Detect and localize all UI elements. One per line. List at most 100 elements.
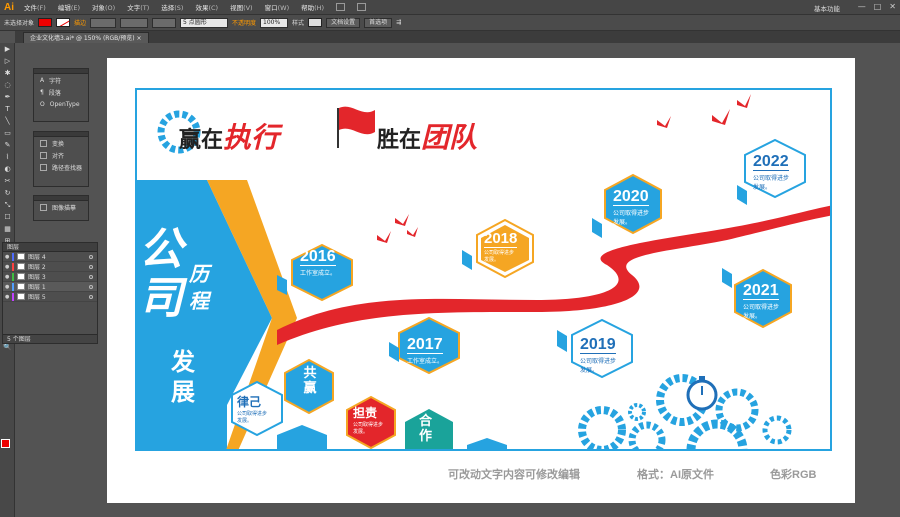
- panel-item-transform[interactable]: 变换: [34, 137, 88, 149]
- layer-thumbnail: [17, 253, 25, 260]
- document-tab[interactable]: 企业文化墙3.ai* @ 150% (RGB/预览) ×: [23, 32, 149, 43]
- preferences-button[interactable]: 首选项: [364, 17, 393, 28]
- visibility-icon[interactable]: ●: [5, 294, 9, 300]
- year-2018-label: 2018 公司取得进步 发展。: [484, 230, 518, 263]
- image-trace-panel: 图像描摹: [33, 195, 89, 221]
- magic-wand-tool-icon[interactable]: ✱: [0, 67, 15, 79]
- rectangle-tool-icon[interactable]: ▭: [0, 127, 15, 139]
- panel-item-character[interactable]: A 字符: [34, 74, 88, 86]
- artboard[interactable]: 赢在执行 胜在团队 公 司 历 程 发 展 2016 工作室成立。 2017 工…: [107, 58, 855, 503]
- style-swatch[interactable]: [308, 18, 323, 27]
- control-bar: 未选择对象 描边 5 点圆形 不透明度 100% 样式 文档设置 首选项 ⇶: [0, 15, 900, 31]
- layers-tab[interactable]: 图层: [3, 243, 97, 252]
- paintbrush-tool-icon[interactable]: ✎: [0, 139, 15, 151]
- document-setup-button[interactable]: 文档设置: [326, 17, 361, 28]
- visibility-icon[interactable]: ●: [5, 284, 9, 290]
- year-2017-label: 2017 工作室成立。: [407, 336, 444, 365]
- layer-row[interactable]: ● 图层 3: [3, 272, 97, 282]
- gears-icon: [578, 374, 792, 449]
- value-hex-partial: [277, 425, 327, 449]
- opacity-label[interactable]: 不透明度: [232, 18, 256, 27]
- align-icon: [40, 151, 47, 159]
- visibility-icon[interactable]: ●: [5, 274, 9, 280]
- credit-editable-text: 可改动文字内容可修改编辑: [448, 469, 580, 481]
- pathfinder-icon: [40, 163, 47, 171]
- blob-brush-tool-icon[interactable]: ◐: [0, 163, 15, 175]
- panel-item-paragraph[interactable]: ¶ 段落: [34, 86, 88, 98]
- value-hex-partial: [467, 438, 507, 449]
- credit-color-mode: 色彩RGB: [770, 469, 817, 481]
- layer-row[interactable]: ● 图层 2: [3, 262, 97, 272]
- credit-format: 格式：AI原文件: [637, 469, 714, 481]
- rotate-tool-icon[interactable]: ↻: [0, 187, 15, 199]
- transform-icon: [40, 139, 47, 147]
- maximize-icon[interactable]: □: [874, 2, 882, 11]
- fill-color-icon[interactable]: [1, 439, 10, 448]
- year-2016-label: 2016 工作室成立。: [300, 248, 337, 277]
- minimize-icon[interactable]: —: [858, 2, 866, 11]
- value-hezuo-label: 合作: [419, 414, 433, 444]
- close-tab-icon[interactable]: ×: [137, 35, 142, 42]
- stroke-label[interactable]: 描边: [74, 18, 86, 27]
- pencil-tool-icon[interactable]: ⌇: [0, 151, 15, 163]
- line-tool-icon[interactable]: ╲: [0, 115, 15, 127]
- target-icon[interactable]: [89, 294, 93, 299]
- graph-tool-icon[interactable]: ▦: [0, 223, 15, 235]
- layer-row[interactable]: ● 图层 4: [3, 252, 97, 262]
- layer-row[interactable]: ● 图层 5: [3, 292, 97, 302]
- style-label: 样式: [292, 20, 305, 27]
- menu-view[interactable]: 视图(V): [224, 2, 259, 12]
- bridge-icon[interactable]: [336, 3, 346, 11]
- menu-bar: Ai 文件(F) 编辑(E) 对象(O) 文字(T) 选择(S) 效果(C) 视…: [0, 0, 900, 15]
- layer-thumbnail: [17, 273, 25, 280]
- brush-profile-field[interactable]: [152, 17, 177, 28]
- opacity-field[interactable]: 100%: [260, 17, 289, 28]
- selection-tool-icon[interactable]: ▶: [0, 43, 15, 55]
- menu-help[interactable]: 帮助(H): [295, 2, 330, 12]
- target-icon[interactable]: [89, 284, 93, 289]
- stroke-weight-field[interactable]: [90, 17, 117, 28]
- selection-status: 未选择对象: [4, 20, 35, 27]
- scissors-tool-icon[interactable]: ✂: [0, 175, 15, 187]
- variable-width-field[interactable]: [120, 17, 149, 28]
- character-icon: A: [40, 76, 45, 84]
- close-icon[interactable]: ✕: [889, 2, 896, 11]
- menu-effect[interactable]: 效果(C): [189, 2, 224, 12]
- lasso-tool-icon[interactable]: ◌: [0, 79, 15, 91]
- panel-item-opentype[interactable]: O OpenType: [34, 98, 88, 110]
- panel-item-pathfinder[interactable]: 路径查找器: [34, 161, 88, 173]
- arrange-icon[interactable]: ⇶: [396, 19, 401, 26]
- menu-select[interactable]: 选择(S): [155, 2, 189, 12]
- workspace-switcher[interactable]: 基本功能: [814, 3, 840, 13]
- menu-window[interactable]: 窗口(W): [259, 2, 296, 12]
- character-panel: A 字符 ¶ 段落 O OpenType: [33, 68, 89, 122]
- free-transform-tool-icon[interactable]: ☐: [0, 211, 15, 223]
- panel-item-image-trace[interactable]: 图像描摹: [34, 201, 88, 213]
- fill-swatch[interactable]: [38, 18, 53, 27]
- scale-tool-icon[interactable]: ⤡: [0, 199, 15, 211]
- brush-field[interactable]: 5 点圆形: [180, 17, 229, 28]
- visibility-icon[interactable]: ●: [5, 264, 9, 270]
- panel-item-align[interactable]: 对齐: [34, 149, 88, 161]
- layer-thumbnail: [17, 293, 25, 300]
- opentype-icon: O: [40, 100, 45, 108]
- value-lvji-label: 律己 公司取得进步 发展。: [237, 395, 268, 424]
- menu-edit[interactable]: 编辑(E): [52, 2, 86, 12]
- direct-selection-tool-icon[interactable]: ▷: [0, 55, 15, 67]
- layers-footer: 5 个图层: [3, 334, 97, 343]
- arrange-docs-icon[interactable]: [357, 3, 367, 11]
- target-icon[interactable]: [89, 254, 93, 259]
- target-icon[interactable]: [89, 274, 93, 279]
- target-icon[interactable]: [89, 264, 93, 269]
- pen-tool-icon[interactable]: ✒: [0, 91, 15, 103]
- flag-icon: [337, 106, 375, 148]
- menu-file[interactable]: 文件(F): [18, 2, 52, 12]
- menu-type[interactable]: 文字(T): [121, 2, 155, 12]
- title-zhan: 展: [171, 378, 195, 406]
- culture-wall-design[interactable]: 赢在执行 胜在团队 公 司 历 程 发 展 2016 工作室成立。 2017 工…: [135, 88, 832, 451]
- visibility-icon[interactable]: ●: [5, 254, 9, 260]
- menu-object[interactable]: 对象(O): [86, 2, 121, 12]
- stroke-swatch[interactable]: [56, 18, 71, 27]
- layer-row[interactable]: ● 图层 1: [3, 282, 97, 292]
- type-tool-icon[interactable]: T: [0, 103, 15, 115]
